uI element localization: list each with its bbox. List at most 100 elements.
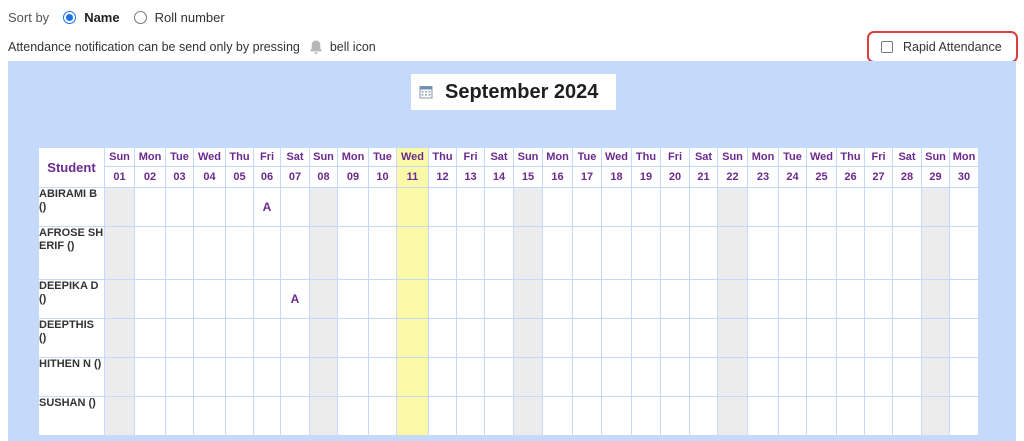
attendance-cell[interactable] bbox=[280, 318, 310, 358]
attendance-cell[interactable] bbox=[864, 318, 893, 358]
attendance-cell[interactable] bbox=[104, 187, 135, 227]
attendance-cell[interactable] bbox=[225, 279, 254, 319]
attendance-cell[interactable] bbox=[513, 357, 543, 397]
attendance-cell[interactable] bbox=[542, 318, 573, 358]
attendance-cell[interactable] bbox=[337, 357, 369, 397]
attendance-cell[interactable] bbox=[456, 357, 485, 397]
sort-by-name-radio[interactable]: Name bbox=[63, 10, 120, 25]
attendance-cell[interactable] bbox=[513, 279, 543, 319]
attendance-cell[interactable] bbox=[921, 357, 950, 397]
attendance-cell[interactable] bbox=[484, 187, 514, 227]
attendance-cell[interactable] bbox=[717, 357, 748, 397]
attendance-cell[interactable] bbox=[513, 396, 543, 436]
attendance-cell[interactable] bbox=[396, 187, 429, 227]
attendance-cell[interactable] bbox=[689, 279, 718, 319]
attendance-cell[interactable] bbox=[428, 187, 457, 227]
attendance-cell[interactable] bbox=[836, 357, 865, 397]
attendance-cell[interactable] bbox=[513, 318, 543, 358]
attendance-cell[interactable] bbox=[660, 279, 690, 319]
attendance-cell[interactable] bbox=[165, 318, 194, 358]
attendance-cell[interactable] bbox=[309, 279, 338, 319]
attendance-cell[interactable] bbox=[165, 396, 194, 436]
attendance-cell[interactable] bbox=[456, 226, 485, 280]
attendance-cell[interactable] bbox=[104, 279, 135, 319]
attendance-cell[interactable] bbox=[717, 279, 748, 319]
attendance-cell[interactable] bbox=[513, 187, 543, 227]
attendance-cell[interactable] bbox=[601, 279, 632, 319]
attendance-cell[interactable] bbox=[892, 396, 922, 436]
attendance-cell[interactable] bbox=[660, 226, 690, 280]
attendance-cell[interactable] bbox=[921, 187, 950, 227]
attendance-cell[interactable] bbox=[836, 318, 865, 358]
attendance-cell[interactable] bbox=[631, 187, 661, 227]
attendance-cell[interactable] bbox=[193, 187, 226, 227]
attendance-cell[interactable] bbox=[542, 279, 573, 319]
attendance-cell[interactable] bbox=[428, 279, 457, 319]
attendance-cell[interactable] bbox=[864, 357, 893, 397]
attendance-cell[interactable] bbox=[396, 279, 429, 319]
attendance-cell[interactable] bbox=[572, 318, 602, 358]
attendance-cell[interactable] bbox=[631, 279, 661, 319]
attendance-cell[interactable] bbox=[484, 396, 514, 436]
attendance-cell[interactable] bbox=[368, 187, 397, 227]
attendance-cell[interactable] bbox=[484, 226, 514, 280]
attendance-cell[interactable] bbox=[368, 279, 397, 319]
attendance-cell[interactable] bbox=[892, 226, 922, 280]
attendance-cell[interactable] bbox=[104, 357, 135, 397]
attendance-cell[interactable] bbox=[484, 279, 514, 319]
attendance-cell[interactable] bbox=[689, 357, 718, 397]
attendance-cell[interactable] bbox=[864, 279, 893, 319]
attendance-cell[interactable] bbox=[309, 357, 338, 397]
attendance-cell[interactable] bbox=[806, 318, 837, 358]
attendance-cell[interactable] bbox=[949, 187, 979, 227]
attendance-cell[interactable] bbox=[513, 226, 543, 280]
attendance-cell[interactable] bbox=[428, 318, 457, 358]
attendance-cell[interactable] bbox=[337, 226, 369, 280]
attendance-cell[interactable] bbox=[428, 357, 457, 397]
attendance-cell[interactable] bbox=[601, 187, 632, 227]
attendance-cell[interactable] bbox=[193, 279, 226, 319]
attendance-cell[interactable] bbox=[949, 226, 979, 280]
attendance-cell[interactable] bbox=[225, 396, 254, 436]
attendance-cell[interactable] bbox=[778, 226, 807, 280]
attendance-cell[interactable] bbox=[225, 357, 254, 397]
attendance-cell[interactable] bbox=[309, 187, 338, 227]
attendance-cell[interactable] bbox=[631, 357, 661, 397]
attendance-cell[interactable] bbox=[921, 279, 950, 319]
attendance-cell[interactable]: A bbox=[253, 187, 281, 227]
attendance-cell[interactable] bbox=[428, 396, 457, 436]
attendance-cell[interactable] bbox=[104, 396, 135, 436]
attendance-cell[interactable] bbox=[949, 357, 979, 397]
attendance-cell[interactable] bbox=[601, 226, 632, 280]
attendance-cell[interactable] bbox=[949, 279, 979, 319]
attendance-cell[interactable] bbox=[368, 318, 397, 358]
attendance-cell[interactable] bbox=[337, 318, 369, 358]
attendance-cell[interactable] bbox=[165, 226, 194, 280]
attendance-cell[interactable] bbox=[456, 187, 485, 227]
attendance-cell[interactable] bbox=[601, 357, 632, 397]
attendance-cell[interactable] bbox=[778, 279, 807, 319]
attendance-cell[interactable] bbox=[806, 187, 837, 227]
attendance-cell[interactable] bbox=[396, 226, 429, 280]
attendance-cell[interactable] bbox=[134, 187, 166, 227]
attendance-cell[interactable] bbox=[134, 226, 166, 280]
attendance-cell[interactable] bbox=[572, 187, 602, 227]
attendance-cell[interactable] bbox=[747, 187, 779, 227]
attendance-cell[interactable] bbox=[864, 226, 893, 280]
attendance-cell[interactable] bbox=[456, 396, 485, 436]
attendance-cell[interactable] bbox=[134, 279, 166, 319]
attendance-cell[interactable] bbox=[660, 318, 690, 358]
attendance-cell[interactable] bbox=[689, 318, 718, 358]
attendance-cell[interactable] bbox=[368, 357, 397, 397]
attendance-cell[interactable] bbox=[778, 318, 807, 358]
attendance-cell[interactable] bbox=[864, 187, 893, 227]
attendance-cell[interactable] bbox=[337, 187, 369, 227]
attendance-cell[interactable] bbox=[280, 187, 310, 227]
attendance-cell[interactable] bbox=[368, 396, 397, 436]
attendance-cell[interactable] bbox=[949, 318, 979, 358]
attendance-cell[interactable] bbox=[921, 396, 950, 436]
attendance-cell[interactable] bbox=[253, 357, 281, 397]
attendance-cell[interactable] bbox=[806, 396, 837, 436]
radio-selected-icon[interactable] bbox=[63, 10, 77, 24]
attendance-cell[interactable] bbox=[337, 279, 369, 319]
